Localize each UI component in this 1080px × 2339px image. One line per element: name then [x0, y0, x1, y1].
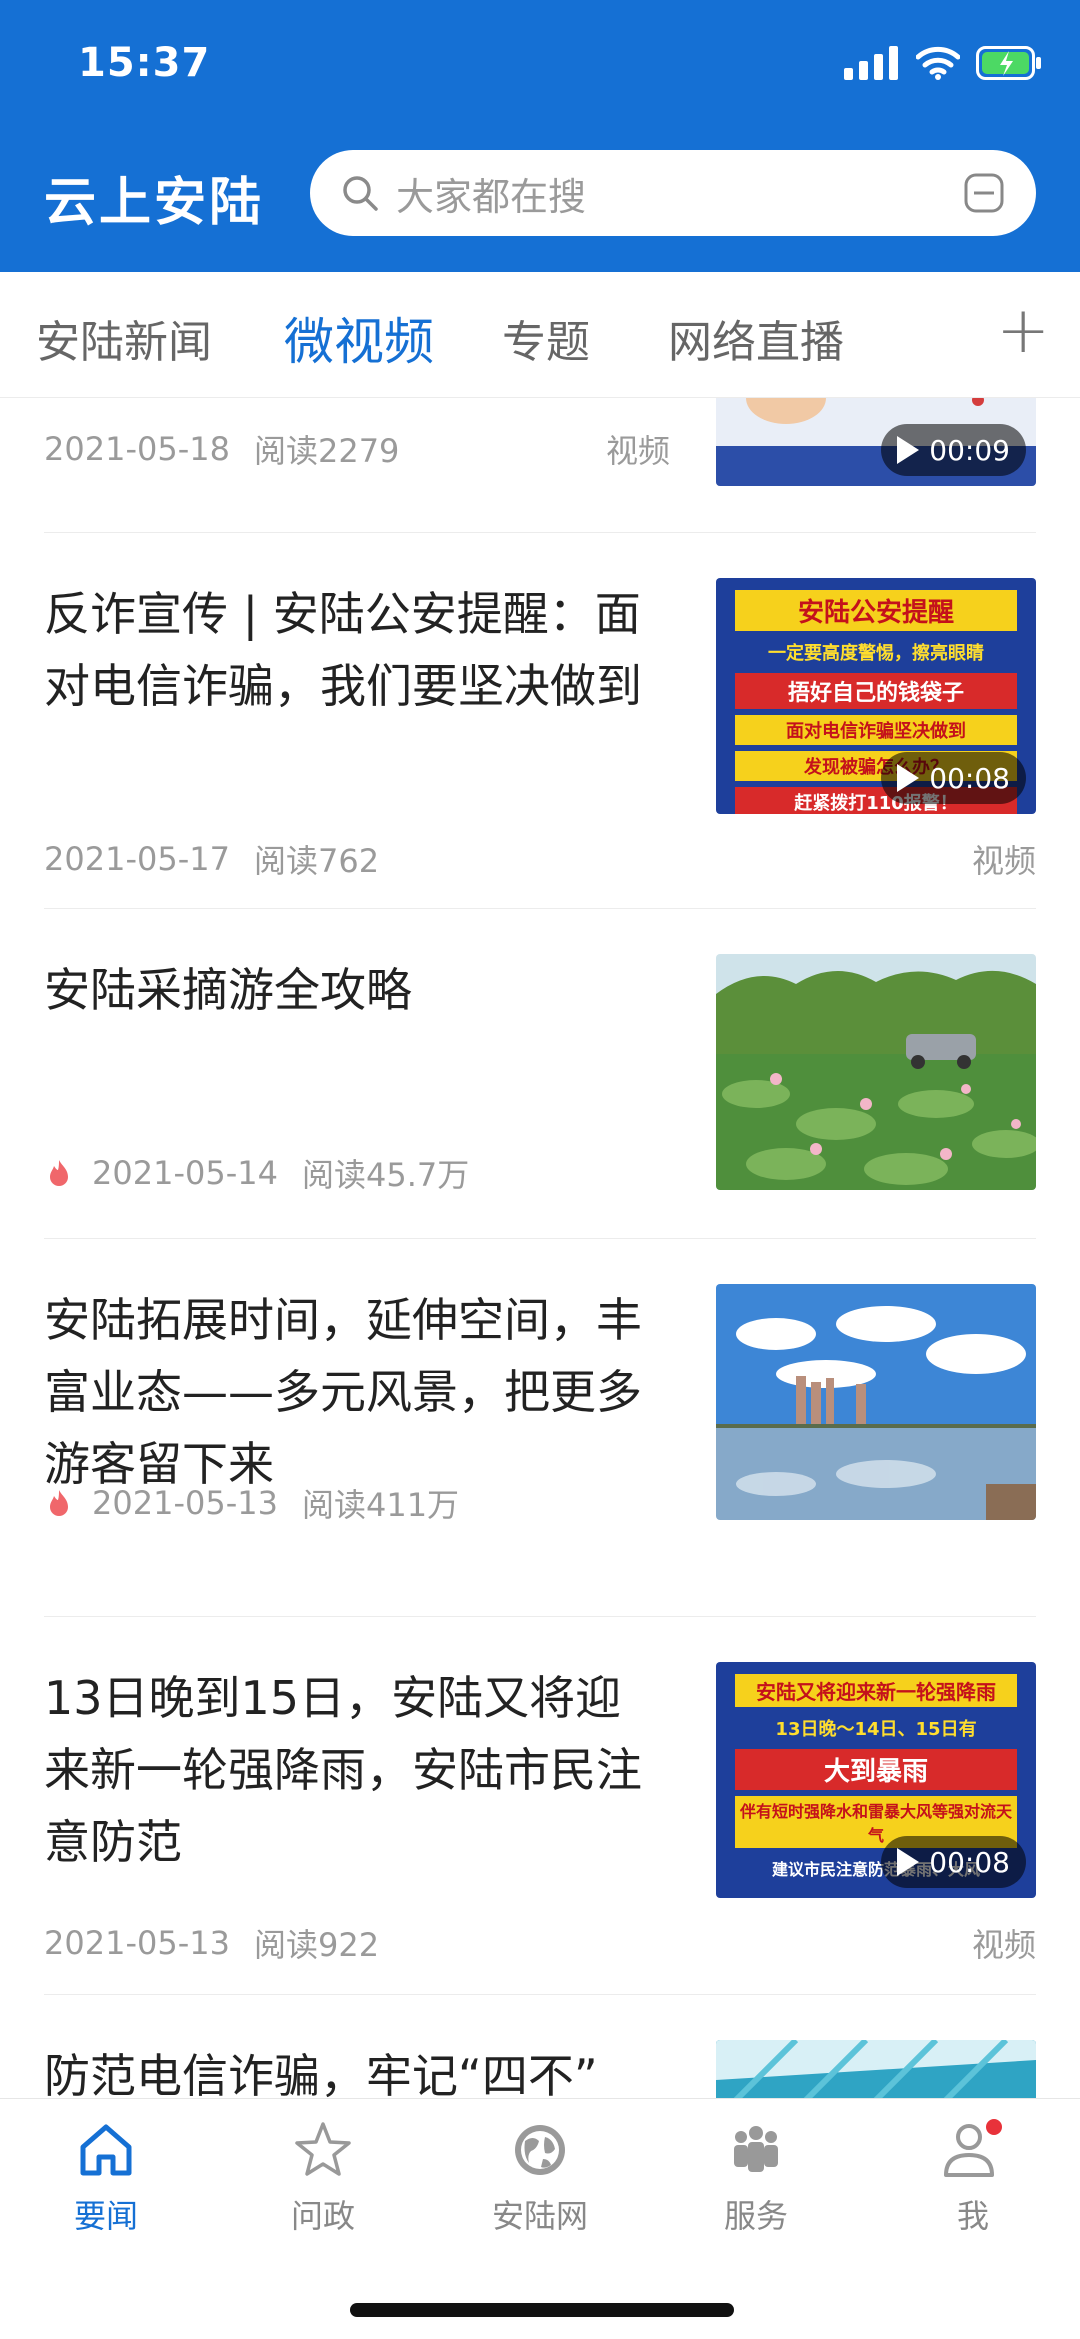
play-icon — [897, 436, 920, 464]
publish-date: 2021-05-17 — [44, 840, 230, 878]
home-indicator[interactable] — [350, 2303, 734, 2317]
read-count: 阅读411万 — [301, 1486, 460, 1524]
nav-home[interactable]: 要闻 — [36, 2119, 176, 2237]
read-count: 阅读2279 — [253, 432, 400, 470]
poster-headline: 安陆又将迎来新一轮强降雨 — [735, 1674, 1017, 1707]
category-tabs: 安陆新闻 微视频 专题 网络直播 + — [0, 272, 1080, 398]
star-icon — [295, 2122, 351, 2176]
video-tag: 视频 — [971, 842, 1036, 880]
read-count: 阅读922 — [253, 1926, 380, 1964]
nav-label: 我 — [956, 2197, 989, 2235]
scan-icon[interactable] — [962, 171, 1006, 215]
news-title: 13日晚到15日，安陆又将迎来新一轮强降雨，安陆市民注意防范 — [44, 1671, 642, 1869]
tab-micro-video[interactable]: 微视频 — [284, 302, 434, 374]
globe-icon — [515, 2125, 565, 2175]
divider — [44, 1238, 1036, 1239]
video-thumbnail: 安陆又将迎来新一轮强降雨 13日晚～14日、15日有 大到暴雨 伴有短时强降水和… — [716, 1662, 1036, 1898]
thumbnail-art — [716, 2040, 1036, 2098]
item-meta: 2021-05-17 阅读762 — [44, 836, 379, 882]
news-thumbnail — [716, 1284, 1036, 1520]
nav-label: 要闻 — [73, 2197, 138, 2235]
signal-icon — [844, 46, 898, 80]
publish-date: 2021-05-18 — [44, 430, 230, 468]
video-thumbnail: 安陆公安提醒 一定要高度警惕，擦亮眼睛 捂好自己的钱袋子 面对电信诈骗坚决做到 … — [716, 578, 1036, 814]
tab-live[interactable]: 网络直播 — [668, 306, 844, 370]
people-icon — [734, 2126, 778, 2172]
poster-headline: 安陆公安提醒 — [735, 590, 1017, 631]
news-item[interactable]: 00:09 2021-05-18 阅读2279 视频 — [44, 398, 1036, 488]
fire-icon — [50, 1160, 68, 1186]
play-icon — [897, 764, 920, 792]
nav-label: 服务 — [723, 2197, 788, 2235]
poster-line: 13日晚～14日、15日有 — [775, 1719, 977, 1740]
video-duration: 00:09 — [881, 424, 1026, 476]
video-thumbnail: 00:09 — [716, 398, 1036, 486]
poster-line: 一定要高度警惕，擦亮眼睛 — [768, 643, 984, 664]
nav-label: 安陆网 — [491, 2197, 588, 2235]
poster-line: 面对电信诈骗坚决做到 — [735, 715, 1017, 745]
news-title: 安陆采摘游全攻略 — [44, 963, 412, 1017]
news-title: 防范电信诈骗，牢记“四不” — [44, 2049, 598, 2098]
app-header: 15:37 云上安陆 大家都在搜 — [0, 0, 1080, 272]
lotus-field-image — [716, 954, 1036, 1190]
news-title: 反诈宣传 | 安陆公安提醒：面对电信诈骗，我们要坚决做到 — [44, 587, 642, 713]
add-tab-button[interactable]: + — [996, 294, 1050, 368]
item-meta: 2021-05-13 阅读411万 — [44, 1480, 459, 1526]
status-icons — [844, 46, 1042, 80]
news-title: 安陆拓展时间，延伸空间，丰富业态——多元风景，把更多游客留下来 — [44, 1293, 642, 1491]
nav-me[interactable]: 我 — [903, 2119, 1043, 2237]
read-count: 阅读45.7万 — [301, 1156, 470, 1194]
publish-date: 2021-05-13 — [44, 1924, 230, 1962]
video-duration: 00:08 — [881, 752, 1026, 804]
video-duration: 00:08 — [881, 1836, 1026, 1888]
play-icon — [897, 1848, 920, 1876]
publish-date: 2021-05-13 — [92, 1484, 278, 1522]
poster-line: 捂好自己的钱袋子 — [735, 673, 1017, 709]
status-time: 15:37 — [78, 40, 211, 86]
battery-icon — [976, 46, 1041, 80]
tab-anlu-news[interactable]: 安陆新闻 — [36, 306, 212, 370]
news-item[interactable]: 防范电信诈骗，牢记“四不” — [44, 2040, 1036, 2098]
item-meta: 2021-05-13 阅读922 — [44, 1920, 379, 1966]
video-tag: 视频 — [971, 1926, 1036, 1964]
news-thumbnail — [716, 954, 1036, 1190]
publish-date: 2021-05-14 — [92, 1154, 278, 1192]
divider — [44, 1994, 1036, 1995]
divider — [44, 532, 1036, 533]
nav-wenzheng[interactable]: 问政 — [253, 2119, 393, 2237]
search-bar[interactable]: 大家都在搜 — [310, 150, 1036, 236]
news-item[interactable]: 反诈宣传 | 安陆公安提醒：面对电信诈骗，我们要坚决做到 安陆公安提醒 一定要高… — [44, 578, 1036, 880]
wifi-icon — [916, 46, 960, 80]
news-thumbnail — [716, 2040, 1036, 2098]
nav-anlu-web[interactable]: 安陆网 — [470, 2119, 610, 2237]
poster-line: 大到暴雨 — [735, 1749, 1017, 1790]
fire-icon — [50, 1490, 68, 1516]
tab-topics[interactable]: 专题 — [502, 306, 590, 370]
news-item[interactable]: 安陆采摘游全攻略 2021-05-14 阅读45.7万 — [44, 954, 1036, 1194]
read-count: 阅读762 — [253, 842, 380, 880]
news-item[interactable]: 安陆拓展时间，延伸空间，丰富业态——多元风景，把更多游客留下来 2021-05-… — [44, 1284, 1036, 1524]
item-meta: 2021-05-18 阅读2279 — [44, 426, 399, 472]
item-meta: 2021-05-14 阅读45.7万 — [44, 1150, 469, 1196]
video-tag: 视频 — [606, 432, 671, 470]
news-item[interactable]: 13日晚到15日，安陆又将迎来新一轮强降雨，安陆市民注意防范 安陆又将迎来新一轮… — [44, 1662, 1036, 1964]
search-placeholder: 大家都在搜 — [396, 174, 587, 219]
search-icon — [343, 176, 378, 211]
app-title: 云上安陆 — [44, 173, 265, 233]
nav-label: 问政 — [290, 2197, 355, 2235]
home-icon — [80, 2124, 132, 2176]
user-icon — [944, 2119, 1002, 2177]
divider — [44, 1616, 1036, 1617]
lake-city-image — [716, 1284, 1036, 1520]
nav-services[interactable]: 服务 — [686, 2119, 826, 2237]
notification-badge — [986, 2119, 1002, 2135]
news-feed[interactable]: 00:09 2021-05-18 阅读2279 视频 反诈宣传 | 安陆公安提醒… — [0, 398, 1080, 2098]
divider — [44, 908, 1036, 909]
